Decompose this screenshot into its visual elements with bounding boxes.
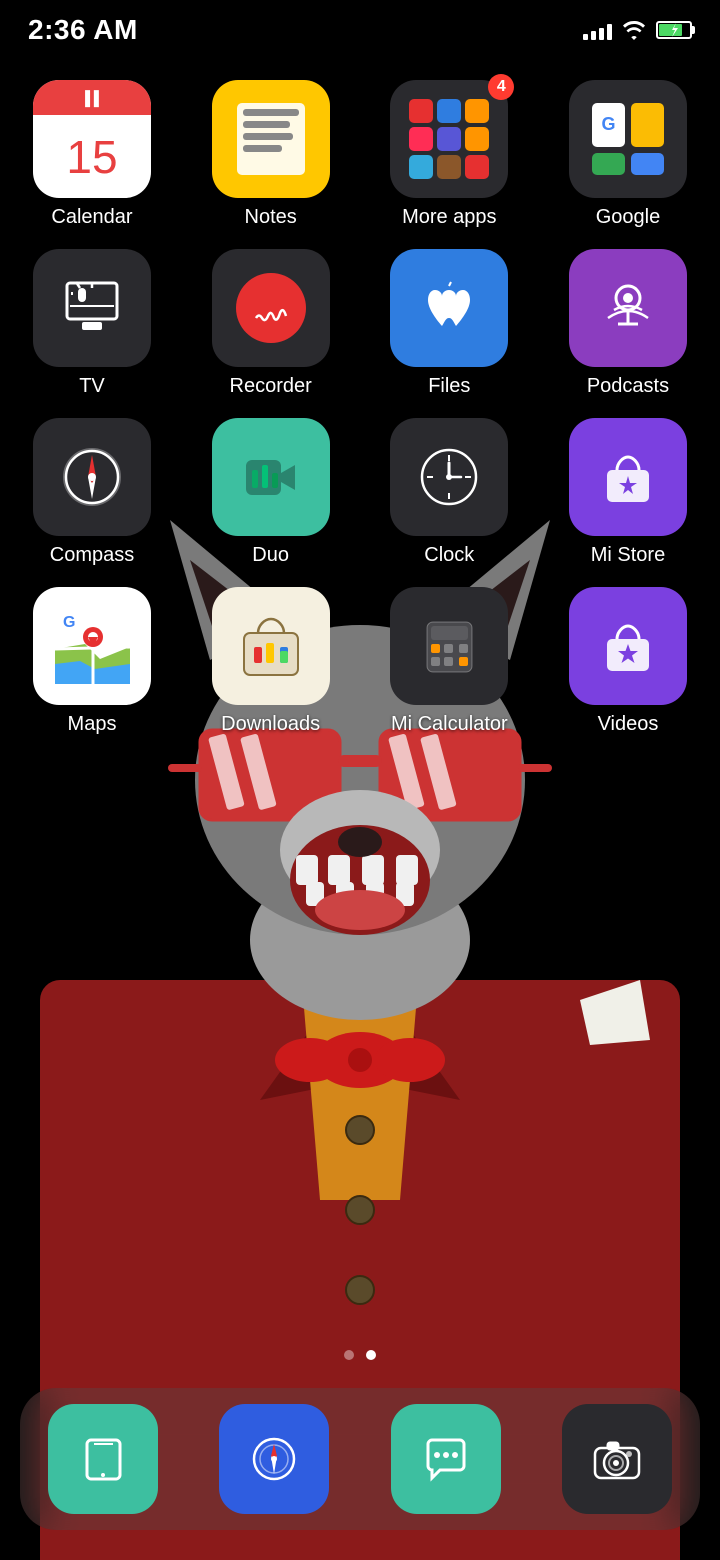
app-label: Notes — [245, 206, 297, 229]
app-podcasts[interactable]: Podcasts — [554, 249, 702, 398]
status-icons — [583, 20, 692, 40]
app-google[interactable]: G Google — [554, 80, 702, 229]
downloads-icon — [212, 587, 330, 705]
app-row-2: TV Recorder Files — [18, 249, 702, 398]
app-compass[interactable]: Compass — [18, 418, 166, 567]
dock — [20, 1388, 700, 1530]
app-label: Duo — [252, 544, 289, 567]
app-label: Clock — [424, 544, 474, 567]
app-clock[interactable]: Clock — [375, 418, 523, 567]
app-duo[interactable]: Duo — [197, 418, 345, 567]
badge: 4 — [488, 74, 514, 100]
mi-store-icon — [569, 418, 687, 536]
app-label: Maps — [68, 713, 117, 736]
wifi-icon — [622, 20, 646, 40]
app-downloads[interactable]: Downloads — [197, 587, 345, 736]
app-row-4: G Maps Downloads — [18, 587, 702, 736]
app-mi-store[interactable]: Mi Store — [554, 418, 702, 567]
compass-icon — [33, 418, 151, 536]
page-indicators — [0, 1350, 720, 1360]
app-label: Compass — [50, 544, 134, 567]
app-label: Calendar — [51, 206, 132, 229]
files-icon — [390, 249, 508, 367]
clock-icon — [390, 418, 508, 536]
calculator-icon — [390, 587, 508, 705]
app-grid: ▐ ▌ 15 Calendar Notes — [0, 80, 720, 756]
podcasts-icon — [569, 249, 687, 367]
app-mi-calculator[interactable]: Mi Calculator — [375, 587, 523, 736]
maps-icon: G — [33, 587, 151, 705]
dock-browser[interactable] — [219, 1404, 329, 1514]
app-label: Mi Store — [591, 544, 665, 567]
svg-text:G: G — [63, 614, 75, 631]
recorder-icon — [212, 249, 330, 367]
folder-icon: 4 — [390, 80, 508, 198]
dock-messages[interactable] — [391, 1404, 501, 1514]
status-bar: 2:36 AM — [0, 0, 720, 60]
app-files[interactable]: Files — [375, 249, 523, 398]
page-dot-2[interactable] — [366, 1350, 376, 1360]
app-row-3: Compass Duo — [18, 418, 702, 567]
app-calendar[interactable]: ▐ ▌ 15 Calendar — [18, 80, 166, 229]
app-label: More apps — [402, 206, 497, 229]
app-label: Files — [428, 375, 470, 398]
tv-icon — [33, 249, 151, 367]
status-time: 2:36 AM — [28, 14, 138, 46]
calendar-icon: ▐ ▌ 15 — [33, 80, 151, 198]
google-folder-icon: G — [569, 80, 687, 198]
app-label: TV — [79, 375, 105, 398]
signal-icon — [583, 20, 612, 40]
app-label: Podcasts — [587, 375, 669, 398]
app-label: Recorder — [230, 375, 312, 398]
page-dot-1[interactable] — [344, 1350, 354, 1360]
dock-camera[interactable] — [562, 1404, 672, 1514]
notes-icon — [212, 80, 330, 198]
dock-phone[interactable] — [48, 1404, 158, 1514]
duo-icon — [212, 418, 330, 536]
app-more-apps[interactable]: 4 More apps — [375, 80, 523, 229]
app-label: Google — [596, 206, 661, 229]
app-videos[interactable]: Videos — [554, 587, 702, 736]
app-recorder[interactable]: Recorder — [197, 249, 345, 398]
app-row-1: ▐ ▌ 15 Calendar Notes — [18, 80, 702, 229]
app-notes[interactable]: Notes — [197, 80, 345, 229]
app-label: Mi Calculator — [391, 713, 508, 736]
app-label: Videos — [598, 713, 659, 736]
battery-icon — [656, 21, 692, 39]
app-maps[interactable]: G Maps — [18, 587, 166, 736]
app-tv[interactable]: TV — [18, 249, 166, 398]
videos-icon — [569, 587, 687, 705]
app-label: Downloads — [221, 713, 320, 736]
